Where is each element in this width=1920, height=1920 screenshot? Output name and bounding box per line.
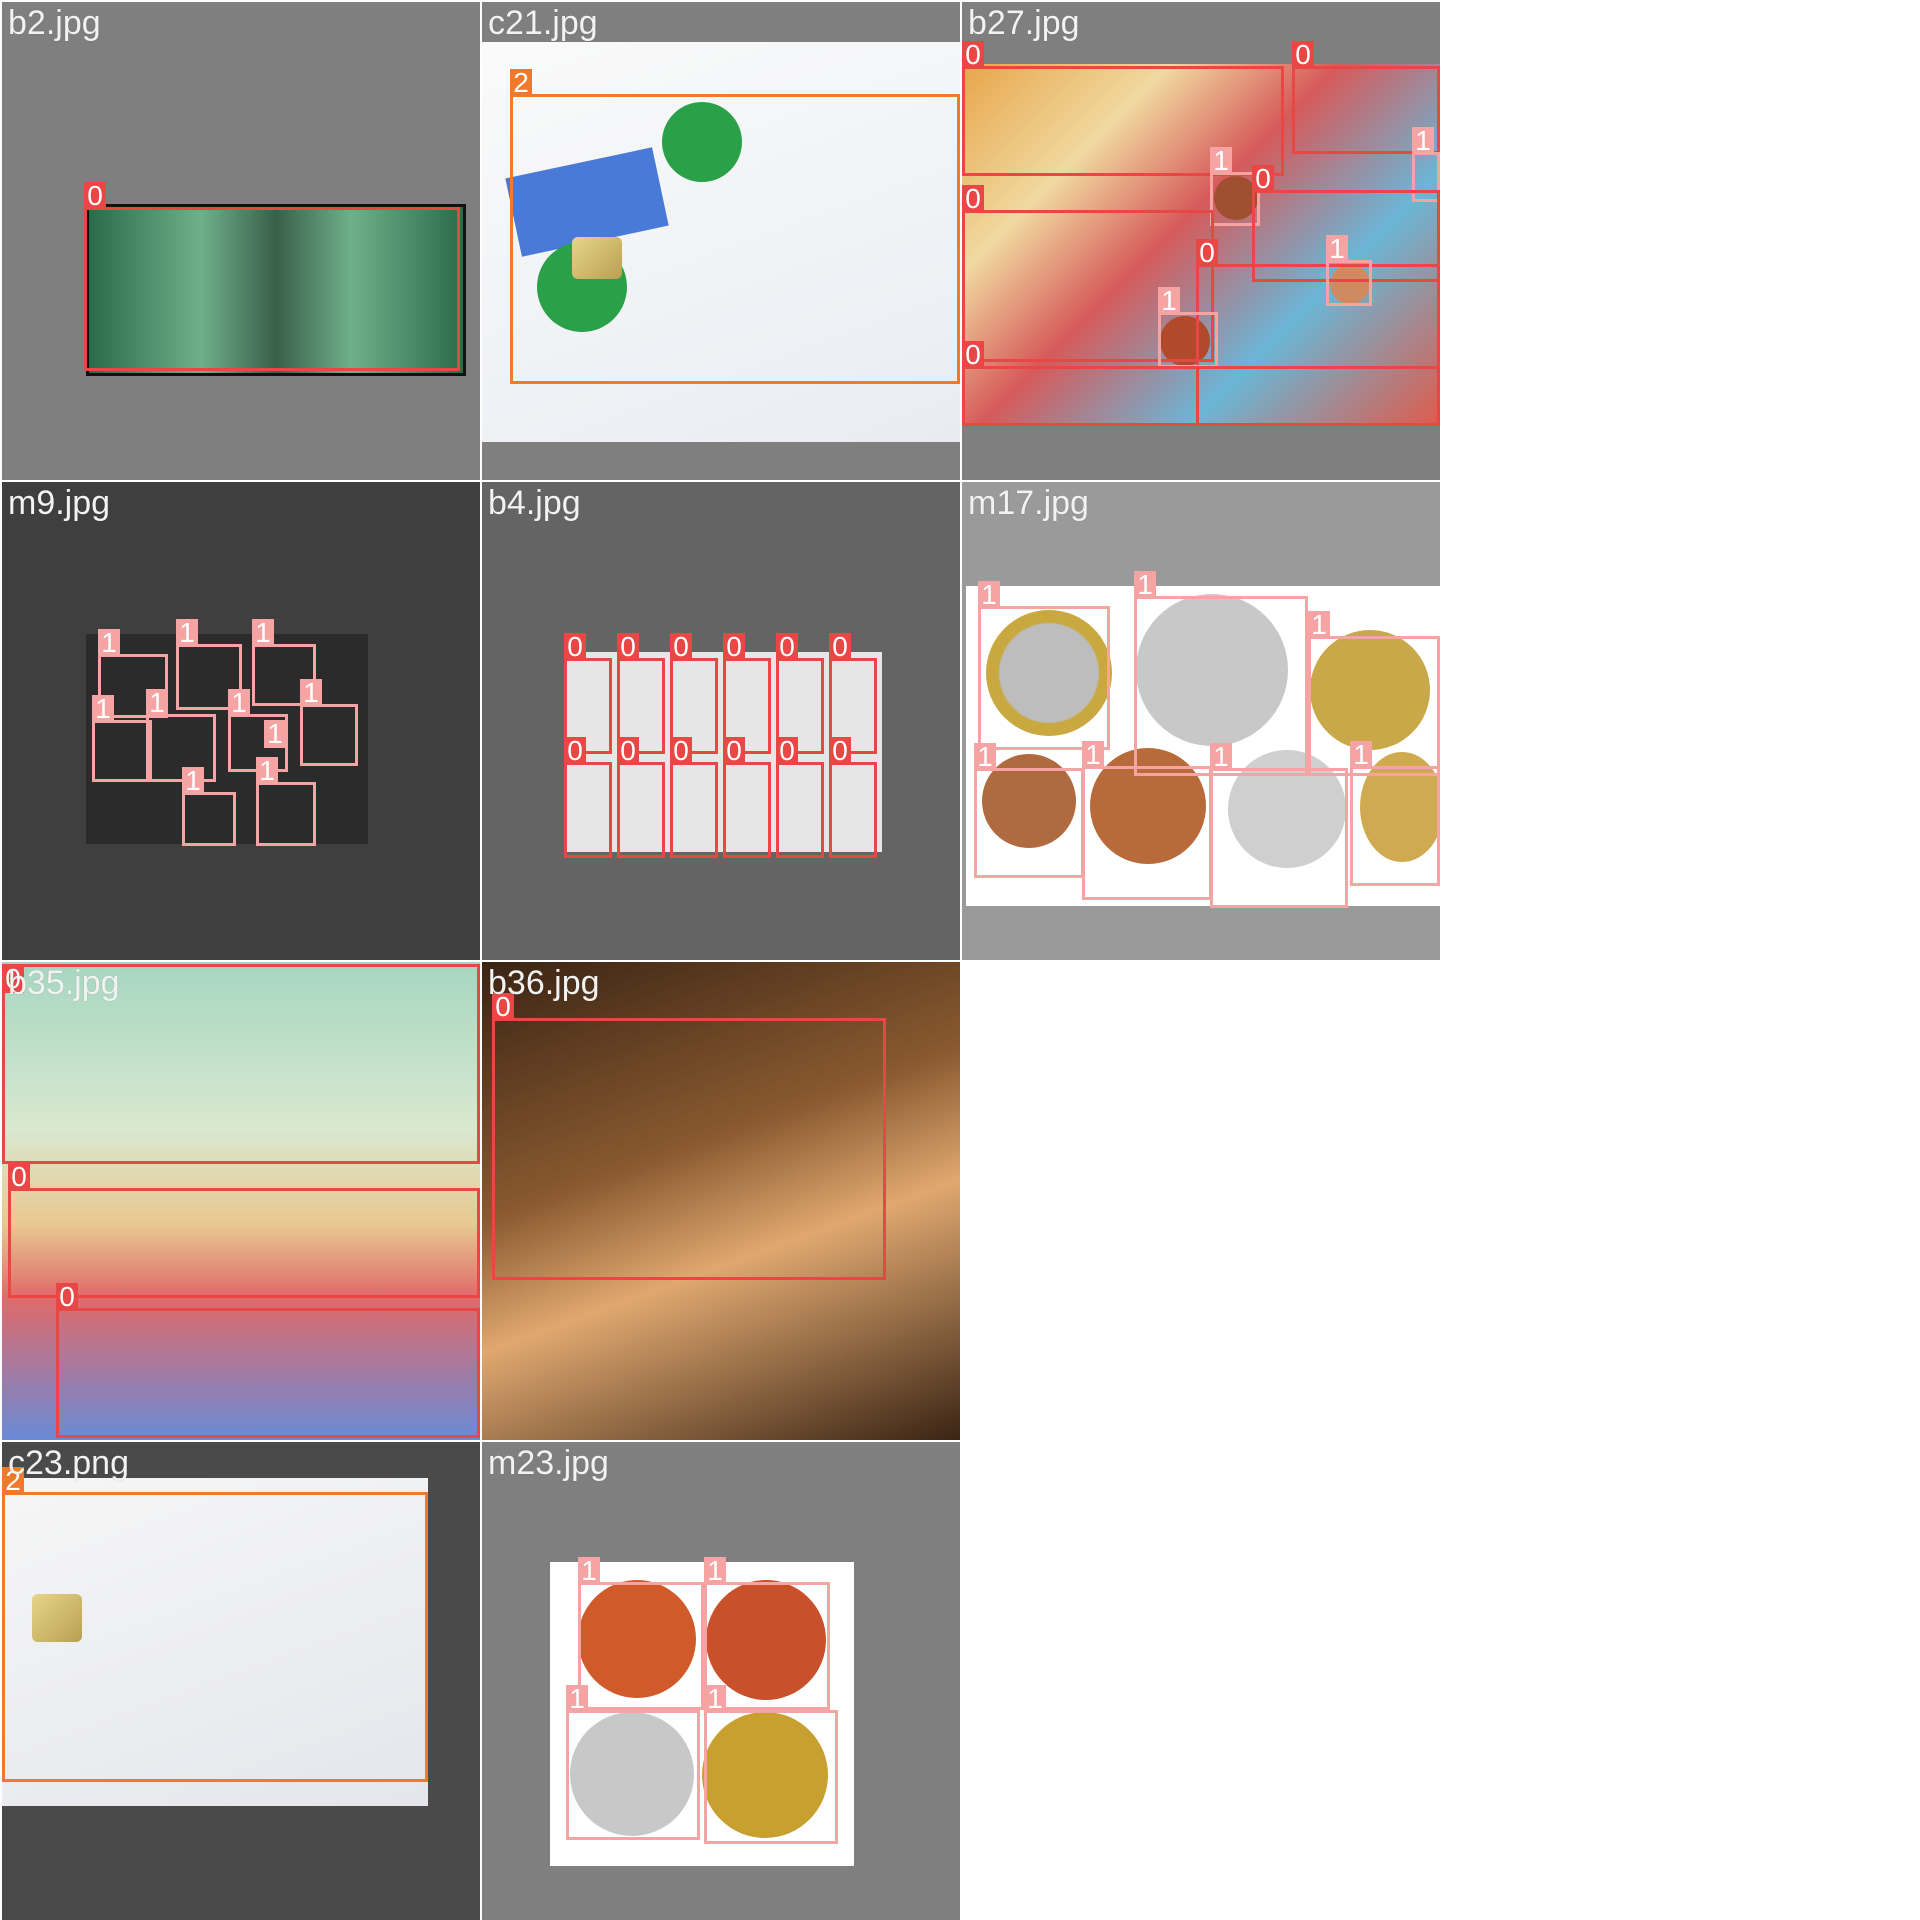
class-label: 1 <box>228 689 250 717</box>
detection-box: 1 <box>1326 235 1372 306</box>
tile-b36: b36.jpg 0 <box>482 962 960 1440</box>
class-label: 0 <box>723 737 745 765</box>
tile-b2: b2.jpg 0 <box>2 2 480 480</box>
class-label: 1 <box>1210 743 1232 771</box>
tile-filename: c21.jpg <box>488 4 598 42</box>
tile-b27: b27.jpg 0 0 1 1 0 0 0 1 1 0 <box>962 2 1440 480</box>
detection-box: 1 <box>566 1685 700 1840</box>
class-label: 0 <box>776 633 798 661</box>
detection-box: 0 <box>776 737 824 858</box>
detection-box: 0 <box>962 41 1284 176</box>
detection-box: 1 <box>146 689 216 782</box>
detection-box: 1 <box>978 581 1110 750</box>
class-label: 1 <box>978 581 1000 609</box>
class-label: 0 <box>1252 165 1274 193</box>
detection-box: 0 <box>829 737 877 858</box>
class-label: 0 <box>670 737 692 765</box>
tile-filename: b35.jpg <box>8 964 120 1002</box>
class-label: 1 <box>704 1557 726 1585</box>
class-label: 1 <box>256 757 278 785</box>
detection-box: 1 <box>300 679 358 766</box>
tile-b4: b4.jpg 0 0 0 0 0 0 0 0 0 0 0 0 <box>482 482 960 960</box>
detection-box: 1 <box>1082 741 1212 900</box>
class-label: 0 <box>617 633 639 661</box>
tile-filename: m17.jpg <box>968 484 1089 522</box>
class-label: 0 <box>962 341 984 369</box>
detection-box: 1 <box>1308 611 1440 776</box>
class-label: 1 <box>92 695 114 723</box>
class-label: 0 <box>56 1283 78 1311</box>
class-label: 1 <box>1082 741 1104 769</box>
class-label: 0 <box>617 737 639 765</box>
detection-box: 1 <box>1350 741 1440 886</box>
detection-box: 0 <box>8 1163 480 1298</box>
tile-b35: b35.jpg 0 0 0 <box>2 962 480 1440</box>
class-label: 1 <box>264 720 286 748</box>
tile-filename: m23.jpg <box>488 1444 609 1482</box>
class-label: 2 <box>510 69 532 97</box>
detection-box: 1 <box>578 1557 704 1710</box>
tile-filename: c23.png <box>8 1444 129 1482</box>
detection-box: 2 <box>2 1467 428 1782</box>
class-label: 1 <box>182 767 204 795</box>
detection-box: 0 <box>564 737 612 858</box>
class-label: 0 <box>8 1163 30 1191</box>
detection-box: 0 <box>84 182 460 371</box>
detection-box: 0 <box>723 737 771 858</box>
tile-c23: c23.png 2 <box>2 1442 480 1920</box>
class-label: 1 <box>704 1685 726 1713</box>
class-label: 0 <box>829 633 851 661</box>
detection-mosaic: b2.jpg 0 c21.jpg 2 b27.jpg 0 0 1 1 0 0 0… <box>0 0 1920 1920</box>
tile-filename: b2.jpg <box>8 4 101 42</box>
class-label: 0 <box>84 182 106 210</box>
class-label: 1 <box>146 689 168 717</box>
class-label: 1 <box>1308 611 1330 639</box>
class-label: 1 <box>1134 571 1156 599</box>
class-label: 0 <box>564 737 586 765</box>
class-label: 1 <box>252 619 274 647</box>
class-label: 1 <box>1350 741 1372 769</box>
class-label: 0 <box>670 633 692 661</box>
class-label: 1 <box>1412 127 1434 155</box>
class-label: 0 <box>564 633 586 661</box>
tile-c21: c21.jpg 2 <box>482 2 960 480</box>
tile-filename: b36.jpg <box>488 964 600 1002</box>
tile-m9: m9.jpg 1 1 1 1 1 1 1 1 1 1 <box>2 482 480 960</box>
detection-box: 0 <box>492 993 886 1280</box>
class-label: 0 <box>962 41 984 69</box>
detection-box: 0 <box>670 737 718 858</box>
detection-box: 1 <box>974 743 1084 878</box>
class-label: 0 <box>1292 41 1314 69</box>
tile-m23: m23.jpg 1 1 1 1 <box>482 1442 960 1920</box>
detection-box: 1 <box>256 757 316 846</box>
class-label: 0 <box>962 185 984 213</box>
class-label: 0 <box>723 633 745 661</box>
class-label: 1 <box>1210 147 1232 175</box>
class-label: 1 <box>98 629 120 657</box>
class-label: 0 <box>829 737 851 765</box>
detection-box: 1 <box>182 767 236 846</box>
class-label: 1 <box>176 619 198 647</box>
tile-filename: m9.jpg <box>8 484 111 522</box>
tile-filename: b27.jpg <box>968 4 1080 42</box>
class-label: 1 <box>300 679 322 707</box>
detection-box: 0 <box>617 737 665 858</box>
detection-box: 1 <box>704 1685 838 1844</box>
tile-m17: m17.jpg 1 1 1 1 1 1 1 <box>962 482 1440 960</box>
class-label: 1 <box>1326 235 1348 263</box>
class-label: 1 <box>578 1557 600 1585</box>
detection-box: 1 <box>92 695 152 782</box>
detection-box: 1 <box>1210 743 1348 908</box>
class-label: 0 <box>1196 239 1218 267</box>
class-label: 0 <box>776 737 798 765</box>
tile-filename: b4.jpg <box>488 484 581 522</box>
class-label: 1 <box>566 1685 588 1713</box>
class-label: 1 <box>974 743 996 771</box>
detection-box: 0 <box>56 1283 480 1438</box>
detection-box: 2 <box>510 69 960 384</box>
detection-box: 1 <box>1158 287 1218 368</box>
class-label: 1 <box>1158 287 1180 315</box>
detection-box: 0 <box>962 341 1440 426</box>
